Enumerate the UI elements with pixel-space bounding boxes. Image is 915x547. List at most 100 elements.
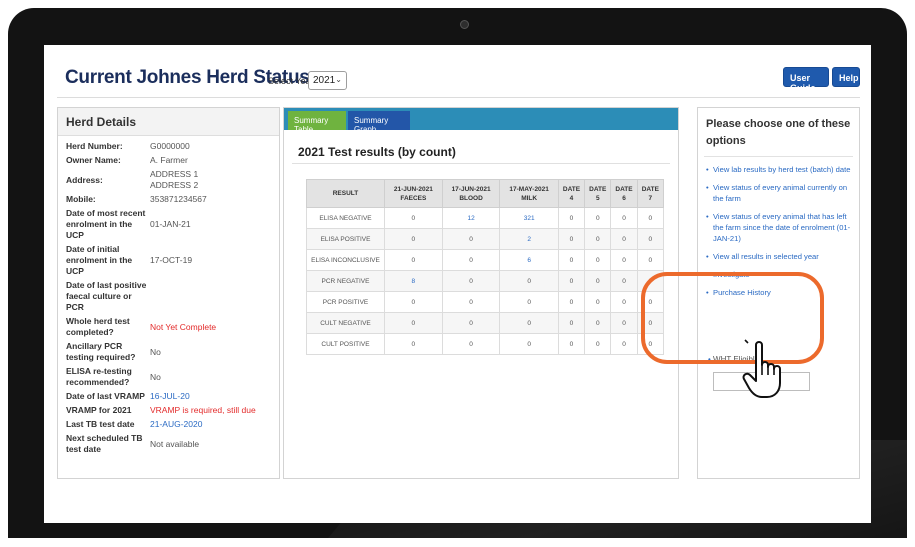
results-column-header: 17-MAY-2021 MILK [499,179,559,208]
summary-title: 2021 Test results (by count) [298,145,456,159]
column-header-line2: 4 [569,194,574,202]
herd-status-app: Current Johnes Herd Status Select Year: … [57,62,860,479]
result-count-cell: 0 [584,249,612,271]
result-count-cell[interactable]: 12 [441,207,501,229]
herd-detail-label: Ancillary PCR testing required? [66,341,136,362]
column-header-line1: DATE [562,185,581,193]
column-header-line2: MILK [521,194,538,202]
herd-details-list: Herd Number: G0000000 Owner Name: A. Farmer… [58,136,279,455]
result-type-cell: CULT POSITIVE [306,333,385,355]
column-header-line2: 6 [622,194,626,202]
herd-detail-value: Not available [150,438,200,449]
results-column-header: 17-JUN-2021 BLOOD [441,179,501,208]
result-count-cell: 0 [636,207,665,229]
herd-detail-value: VRAMP is required, still due [150,405,256,415]
result-type-cell: PCR NEGATIVE [306,270,385,292]
tab-summary-graph[interactable]: Summary Graph [348,111,410,134]
top-bar: Current Johnes Herd Status Select Year: … [57,62,860,98]
herd-detail-value: No [150,346,161,357]
herd-detail-row: Last TB test date 21-AUG-2020 [66,419,271,430]
herd-detail-value: 353871234567 [150,194,207,204]
result-count-cell: 0 [557,249,586,271]
result-count-cell: 0 [610,228,638,250]
result-count-cell: 0 [441,249,501,271]
herd-detail-row: Date of last positive faecal culture or … [66,280,271,313]
result-count-cell: 0 [584,291,612,313]
result-type-cell: ELISA POSITIVE [306,228,385,250]
result-count-cell: 0 [584,207,612,229]
result-count-cell: 0 [610,207,638,229]
summary-panel: Summary Table Summary Graph 2021 Test re… [283,107,679,479]
results-table: RESULT 21-JUN-2021 FAECES 17-JUN-2021 BLOOD 1… [306,179,665,355]
result-count-cell: 0 [610,270,638,292]
bullet-icon: • [706,252,709,261]
herd-detail-label: Owner Name: [66,155,121,165]
result-count-cell: 0 [499,270,559,292]
option-link-label: View status of every animal that has lef… [713,212,851,243]
herd-detail-row: Owner Name: A. Farmer [66,155,271,166]
help-button[interactable]: Help [832,67,860,87]
table-row: ELISA POSITIVE 0 0 2 0 0 0 0 [306,228,665,250]
result-count-cell[interactable]: 6 [499,249,559,271]
result-count-cell[interactable]: 321 [499,207,559,229]
result-count-cell: 0 [557,291,586,313]
result-count-cell: 0 [610,291,638,313]
herd-detail-row: Mobile: 353871234567 [66,194,271,205]
option-link[interactable]: • View status of every animal that has le… [706,211,851,244]
option-link-label: View status of every animal currently on… [713,183,848,203]
result-count-cell: 0 [384,228,443,250]
herd-detail-label: VRAMP for 2021 [66,405,132,415]
herd-detail-label: Date of most recent enrolment in the UCP [66,208,146,240]
result-count-cell[interactable]: 8 [384,270,443,292]
table-row: CULT NEGATIVE 0 0 0 0 0 0 0 [306,312,665,334]
table-row: CULT POSITIVE 0 0 0 0 0 0 0 [306,333,665,355]
table-row: PCR POSITIVE 0 0 0 0 0 0 0 [306,291,665,313]
column-header-line2: FAECES [400,194,427,202]
herd-details-panel: Herd Details Herd Number: G0000000 Owner N… [57,107,280,479]
herd-detail-label: Mobile: [66,194,96,204]
option-link[interactable]: • View lab results by herd test (batch) d… [706,164,851,175]
result-count-cell: 0 [584,312,612,334]
result-count-cell: 0 [636,249,665,271]
column-header-line2: 7 [648,194,653,202]
tab-summary-table[interactable]: Summary Table [288,111,346,134]
option-link[interactable]: • View status of every animal currently o… [706,182,851,204]
results-column-header: DATE 6 [610,179,638,208]
column-header-line1: RESULT [332,190,359,197]
bullet-icon: • [706,212,709,221]
herd-detail-label: Whole herd test completed? [66,316,130,337]
column-header-line1: 21-JUN-2021 [393,185,433,193]
result-count-cell: 0 [557,270,586,292]
result-count-cell: 0 [557,207,586,229]
column-header-line2: BLOOD [459,194,483,202]
bullet-icon: • [706,183,709,192]
herd-detail-row: Date of initial enrolment in the UCP 17-O… [66,244,271,277]
result-count-cell: 0 [384,291,443,313]
table-row: PCR NEGATIVE 8 0 0 0 0 0 0 [306,270,665,292]
herd-detail-row: VRAMP for 2021 VRAMP is required, still d… [66,405,271,416]
result-count-cell[interactable]: 2 [499,228,559,250]
result-type-cell: PCR POSITIVE [306,291,385,313]
option-link-label: View all results in selected year [713,252,819,261]
column-header-line1: 17-MAY-2021 [509,185,549,193]
year-select[interactable]: 2021 ⌄ [308,71,347,90]
column-header-line1: DATE [641,185,659,193]
herd-detail-row: Ancillary PCR testing required? No [66,341,271,363]
herd-detail-row: Whole herd test completed? Not Yet Comple… [66,316,271,338]
herd-detail-value: 16-JUL-20 [150,391,190,401]
bullet-icon: • [706,165,709,174]
herd-detail-row: ELISA re-testing recommended? No [66,366,271,388]
user-guide-button[interactable]: User Guide [783,67,829,93]
herd-detail-label: Address: [66,174,103,185]
column-header-line1: DATE [589,185,607,193]
result-count-cell: 0 [441,312,501,334]
herd-detail-label: Last TB test date [66,419,135,429]
result-count-cell: 0 [384,249,443,271]
option-link[interactable]: • View all results in selected year [706,251,851,262]
herd-detail-label: Date of initial enrolment in the UCP [66,244,133,276]
year-select-value: 2021 [313,75,336,86]
herd-detail-value: No [150,371,161,382]
column-header-line2: 5 [595,194,600,202]
herd-detail-label: Date of last positive faecal culture or … [66,280,147,312]
herd-detail-label: ELISA re-testing recommended? [66,366,132,387]
